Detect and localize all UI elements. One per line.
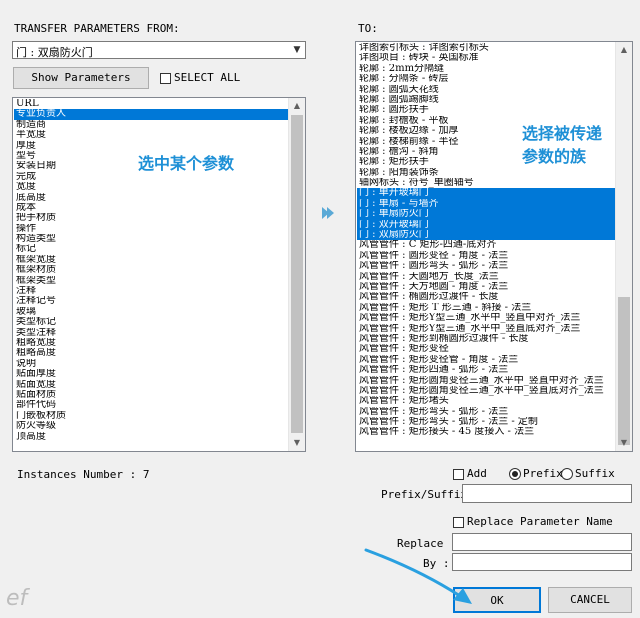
scroll-down-icon[interactable]: ▼ [289, 435, 305, 451]
scroll-up-icon[interactable]: ▲ [616, 42, 632, 58]
list-item[interactable]: 详图项目 : 砖块 - 英国标准 [357, 53, 615, 63]
list-item[interactable]: 把手材质 [14, 213, 288, 223]
list-item[interactable]: 专业负责人 [14, 109, 288, 120]
list-item[interactable]: 风管管件 : 矩形四通 - 弧形 - 法兰 [357, 365, 615, 375]
list-item[interactable]: 风管管件 : 圆形变径 - 角度 - 法兰 [357, 251, 615, 261]
from-label: TRANSFER PARAMETERS FROM: [14, 22, 180, 35]
list-item[interactable]: 门 : 双开玻璃门 [357, 219, 615, 231]
instances-number: Instances Number : 7 [17, 468, 150, 481]
list-item[interactable]: 顶高度 [14, 432, 288, 442]
list-item[interactable]: 粗略高度 [14, 348, 288, 358]
list-item[interactable]: 风管管件 : 矩形弯头 - 弧形 - 法兰 - 定制 [357, 417, 615, 427]
list-item[interactable]: 风管管件 : 天方地圆 - 角度 - 法兰 [357, 282, 615, 292]
source-family-value: 门 : 双扇防火门 [16, 46, 93, 59]
list-item[interactable]: 注释记号 [14, 296, 288, 306]
list-item[interactable]: 说明 [14, 359, 288, 369]
list-item[interactable]: 轮廓 : 分隔条 - 砖层 [357, 74, 615, 84]
select-all-label: SELECT ALL [174, 71, 241, 84]
scroll-thumb[interactable] [618, 297, 630, 445]
list-item[interactable]: 轮廓 : 圆弧踢脚线 [357, 95, 615, 105]
list-item[interactable]: 宽度 [14, 182, 288, 192]
show-parameters-button[interactable]: Show Parameters [13, 67, 149, 89]
source-family-combo[interactable]: 门 : 双扇防火门 ▼ [12, 41, 306, 59]
list-item[interactable]: 注释 [14, 286, 288, 296]
list-item[interactable]: 风管管件 : 矩形堵头 [357, 396, 615, 406]
annotation-arrow [364, 548, 472, 604]
prefix-radio[interactable] [509, 468, 521, 480]
list-item[interactable]: 玻璃 [14, 307, 288, 317]
list-item[interactable]: 风管管件 : 椭圆形过渡件 - 长度 [357, 292, 615, 302]
add-label: Add [467, 467, 487, 480]
replace-name-checkbox[interactable] [453, 517, 464, 528]
annotation-select-family-line1: 选择被传递 [522, 124, 603, 143]
list-item[interactable]: 框架宽度 [14, 255, 288, 265]
target-list-scrollbar[interactable]: ▲ ▼ [615, 42, 632, 451]
list-item[interactable]: 操作 [14, 224, 288, 234]
list-item[interactable]: 半宽度 [14, 130, 288, 140]
list-item[interactable]: 风管管件 : 矩形接头 - 45 度接入 - 法兰 [357, 427, 615, 437]
list-item[interactable]: 风管管件 : C 矩形-四通-底对齐 [357, 240, 615, 250]
list-item[interactable]: 成本 [14, 203, 288, 213]
list-item[interactable]: 门 : 单开玻璃门 [357, 188, 615, 199]
list-item[interactable]: 门嵌板材质 [14, 411, 288, 421]
annotation-select-family-line2: 参数的族 [522, 147, 587, 166]
target-family-list[interactable]: 详图索引标头 : 详图索引标头 详图项目 : 砖块 - 英国标准 轮廓 : 2mm分… [355, 41, 633, 452]
list-item[interactable]: 防火等级 [14, 421, 288, 431]
list-item[interactable]: 贴面厚度 [14, 369, 288, 379]
list-item[interactable]: 详图索引标头 : 详图索引标头 [357, 43, 615, 53]
list-item[interactable]: 轴网标头 : 符号_单圈轴号 [357, 178, 615, 188]
list-item[interactable]: 门 : 双扇防火门 [357, 230, 615, 241]
chevron-down-icon: ▼ [293, 45, 301, 55]
suffix-label: Suffix [575, 467, 615, 480]
scroll-thumb[interactable] [291, 115, 303, 433]
suffix-radio[interactable] [561, 468, 573, 480]
list-item[interactable]: 风管管件 : 矩形变径管 - 角度 - 法兰 [357, 355, 615, 365]
list-item[interactable]: 门 : 单扇防火门 [357, 209, 615, 220]
list-item[interactable]: 底高度 [14, 193, 288, 203]
list-item[interactable]: 类型标记 [14, 317, 288, 327]
list-item[interactable]: 风管管件 : 矩形圆角变径三通_水平中_竖直中对齐_法兰 [357, 376, 615, 386]
replace-name-label: Replace Parameter Name [467, 515, 613, 528]
list-item[interactable]: 贴面宽度 [14, 380, 288, 390]
add-checkbox[interactable] [453, 469, 464, 480]
list-item[interactable]: 部件代码 [14, 400, 288, 410]
list-item[interactable]: 类型注释 [14, 328, 288, 338]
list-item[interactable]: 风管管件 : 天圆地方_长度_法兰 [357, 272, 615, 282]
list-item[interactable]: 轮廓 : 阳角装饰条 [357, 168, 615, 178]
list-item[interactable]: 标记 [14, 244, 288, 254]
transfer-arrow-icon [322, 207, 334, 219]
list-item[interactable]: 门 : 单扇 - 与墙齐 [357, 198, 615, 210]
list-item[interactable]: URL [14, 99, 288, 109]
select-all-checkbox[interactable] [160, 73, 171, 84]
list-item[interactable]: 风管管件 : 矩形到椭圆形过渡件 - 长度 [357, 334, 615, 344]
cancel-button[interactable]: CANCEL [548, 587, 632, 613]
list-item[interactable]: 轮廓 : 圆形扶手 [357, 105, 615, 115]
list-item[interactable]: 风管管件 : 矩形变径 [357, 344, 615, 354]
list-item[interactable]: 框架材质 [14, 265, 288, 275]
list-item[interactable]: 风管管件 : 矩形 T 形三通 - 斜接 - 法兰 [357, 303, 615, 313]
to-label: TO: [358, 22, 378, 35]
annotation-select-parameter: 选中某个参数 [138, 154, 235, 173]
list-item[interactable]: 框架类型 [14, 276, 288, 286]
list-item[interactable]: 制造商 [14, 120, 288, 130]
list-item[interactable]: 风管管件 : 矩形弯头 - 弧形 - 法兰 [357, 407, 615, 417]
prefix-label: Prefix [523, 467, 563, 480]
list-item[interactable]: 轮廓 : 2mm分隔缝 [357, 64, 615, 74]
prefix-suffix-input[interactable] [462, 484, 632, 503]
list-item[interactable]: 贴面材质 [14, 390, 288, 400]
watermark-logo: ef [6, 586, 28, 611]
list-item[interactable]: 风管管件 : 矩形Y型三通_水平中_竖直底对齐_法兰 [357, 324, 615, 334]
list-item[interactable]: 轮廓 : 圆弧天花线 [357, 85, 615, 95]
scroll-down-icon[interactable]: ▼ [616, 435, 632, 451]
list-item[interactable]: 风管管件 : 矩形圆角变径三通_水平中_竖直底对齐_法兰 [357, 386, 615, 396]
scroll-up-icon[interactable]: ▲ [289, 98, 305, 114]
list-item[interactable]: 风管管件 : 矩形Y型三通_水平中_竖直中对齐_法兰 [357, 313, 615, 323]
list-item[interactable]: 风管管件 : 圆形弯头 - 弧形 - 法兰 [357, 261, 615, 271]
parameter-list-scrollbar[interactable]: ▲ ▼ [288, 98, 305, 451]
list-item[interactable]: 构造类型 [14, 234, 288, 244]
list-item[interactable]: 粗略宽度 [14, 338, 288, 348]
